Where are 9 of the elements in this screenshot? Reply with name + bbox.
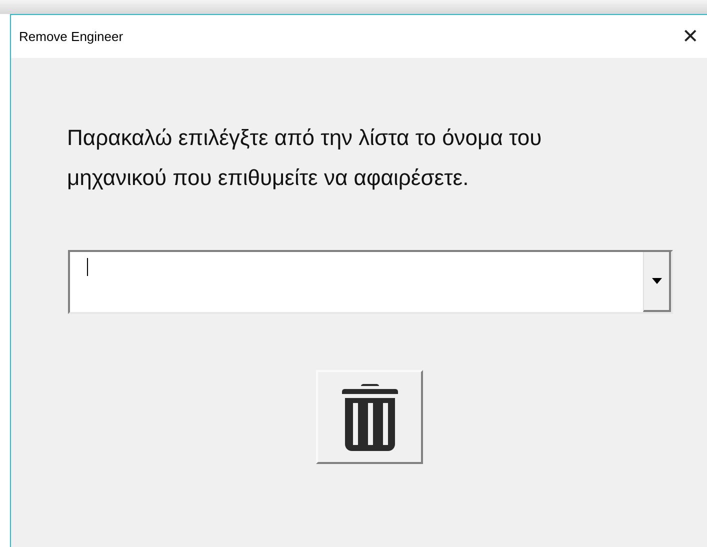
trash-icon — [340, 382, 400, 452]
text-caret — [87, 258, 88, 276]
dropdown-button[interactable] — [643, 252, 671, 312]
engineer-combobox[interactable] — [68, 250, 673, 314]
caret-icon — [652, 278, 662, 284]
instruction-text: Παρακαλώ επιλέγξτε από την λίστα το όνομα του μηχανικού που επιθυμείτε να αφαιρέσετε. — [67, 124, 543, 192]
delete-button[interactable] — [316, 370, 423, 464]
window-title: Remove Engineer — [19, 28, 124, 46]
close-button[interactable]: ✕ — [678, 26, 703, 46]
